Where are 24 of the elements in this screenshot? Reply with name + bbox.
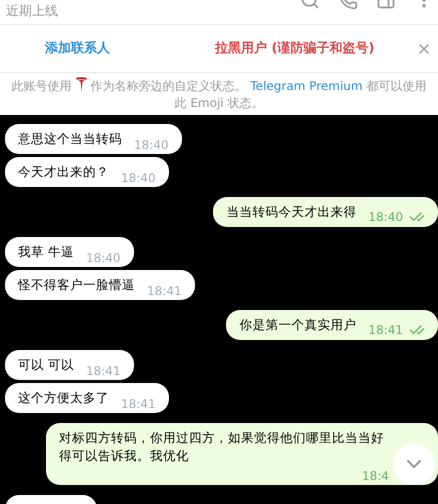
- message-text: 意思这个当当转码: [18, 130, 122, 148]
- message-time: 18:41: [368, 323, 403, 337]
- message-text: 今天才出来的？: [18, 163, 109, 181]
- message-time: 18:41: [147, 284, 182, 298]
- message-text: 我草 牛逼: [18, 243, 74, 261]
- message-time: 18:41: [86, 364, 121, 378]
- message-text: 怪不得客户一脸懵逼: [18, 276, 135, 294]
- message-time: 18:40: [121, 171, 156, 185]
- message-time: 18:40: [368, 210, 403, 224]
- emoji-status-notice: 此账号使用 作为名称旁边的自定义状态。 Telegram Premium 都可以使用此 Emoji 状态。: [10, 76, 428, 112]
- block-user-button[interactable]: 拉黑用户 (谨防骗子和盗号): [215, 38, 374, 58]
- message-time: 18:41: [121, 397, 156, 411]
- message-text: 当当转码今天才出来得: [226, 203, 356, 221]
- last-seen-status: 近期上线: [6, 3, 58, 21]
- logo-icon: [76, 76, 87, 92]
- message-time: 18:40: [134, 138, 169, 152]
- message-text: 对标四方转码，你用过四方，如果觉得他们哪里比当当好得可以告诉我。我优化: [59, 429, 385, 465]
- message-text: 这个方便太多了: [18, 389, 109, 407]
- premium-link[interactable]: Telegram Premium: [250, 78, 363, 92]
- message-time: 18:40: [86, 251, 121, 265]
- message-time: 18:4: [362, 469, 389, 483]
- add-contact-button[interactable]: 添加联系人: [0, 38, 155, 58]
- message-text: 可以 可以: [18, 356, 74, 374]
- message-text: 你是第一个真实用户: [239, 316, 356, 334]
